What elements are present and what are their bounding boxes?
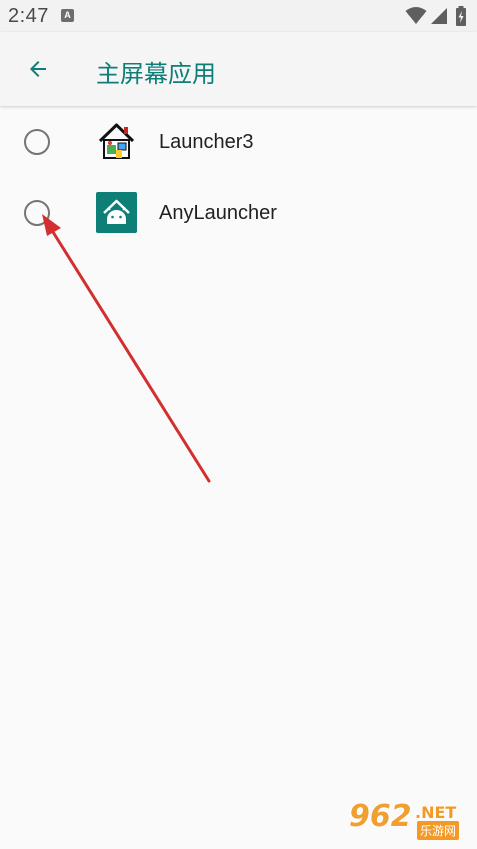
notification-badge-icon: A — [61, 9, 74, 22]
launcher3-label: Launcher3 — [159, 131, 254, 153]
launcher3-house-icon — [98, 123, 135, 159]
back-button[interactable] — [16, 47, 60, 91]
launcher3-radio[interactable] — [24, 129, 50, 155]
wifi-icon — [405, 7, 427, 24]
page-title: 主屏幕应用 — [96, 60, 216, 88]
watermark-number: 962 — [349, 799, 412, 834]
arrow-back-icon — [30, 61, 46, 77]
launcher-list: Launcher3 AnyLauncher — [0, 106, 477, 248]
signal-icon — [431, 8, 447, 24]
status-bar: 2:47 A — [0, 0, 477, 32]
battery-charging-icon — [456, 6, 466, 26]
status-time: 2:47 — [8, 5, 49, 27]
list-item-anylauncher[interactable]: AnyLauncher — [0, 177, 477, 248]
app-bar: 主屏幕应用 — [0, 32, 477, 106]
watermark-chinese: 乐游网 — [417, 821, 460, 840]
anylauncher-android-icon — [96, 192, 137, 233]
anylauncher-radio[interactable] — [24, 200, 50, 226]
list-item-launcher3[interactable]: Launcher3 — [0, 106, 477, 177]
watermark-suffix: .NET — [415, 803, 457, 822]
anylauncher-label: AnyLauncher — [159, 202, 277, 224]
status-icons — [405, 6, 469, 26]
watermark-logo: 962 .NET 乐游网 — [343, 799, 471, 843]
